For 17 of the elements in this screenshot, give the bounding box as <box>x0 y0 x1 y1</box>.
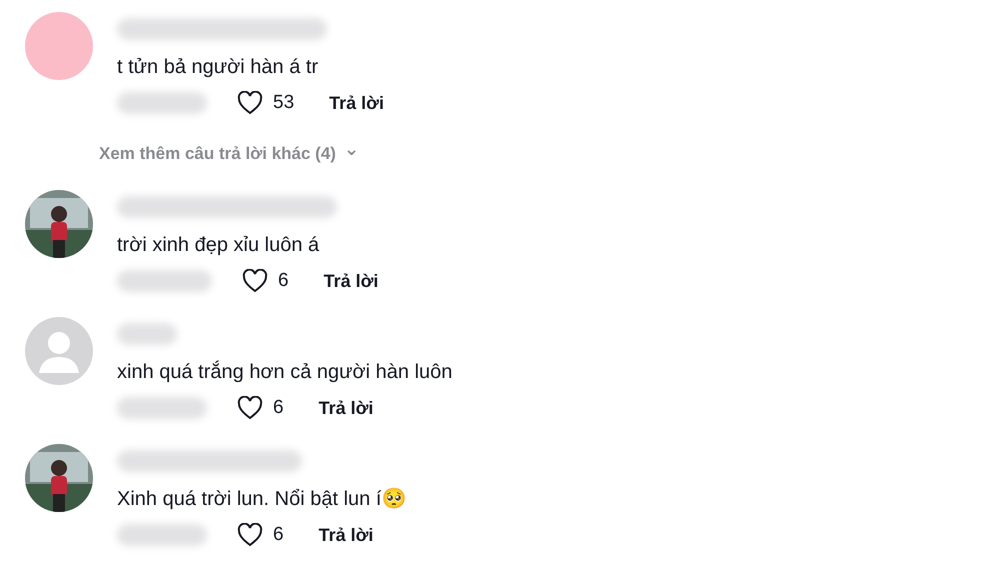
comment-text: t tửn bả người hàn á tr <box>117 55 320 80</box>
heart-icon[interactable] <box>242 269 268 293</box>
heart-icon[interactable] <box>237 396 263 420</box>
like-count: 53 <box>273 92 294 114</box>
like-count: 6 <box>273 397 284 419</box>
comment-text: trời xinh đẹp xỉu luôn á <box>117 233 320 258</box>
heart-icon[interactable] <box>237 523 263 547</box>
comment-text: Xinh quá trời lun. Nổi bật lun í🥺 <box>117 486 406 512</box>
reply-button[interactable]: Trả lời <box>329 92 384 114</box>
like-count: 6 <box>278 270 289 292</box>
reply-button[interactable]: Trả lời <box>324 270 378 292</box>
comment-text: xinh quá trắng hơn cả người hàn luôn <box>117 360 452 385</box>
heart-icon[interactable] <box>237 91 263 115</box>
caret-icon: ⌄ <box>344 144 360 154</box>
reply-button[interactable]: Trả lời <box>318 398 374 418</box>
like-count: 6 <box>273 524 284 546</box>
reply-button[interactable]: Trả lời <box>318 524 374 546</box>
